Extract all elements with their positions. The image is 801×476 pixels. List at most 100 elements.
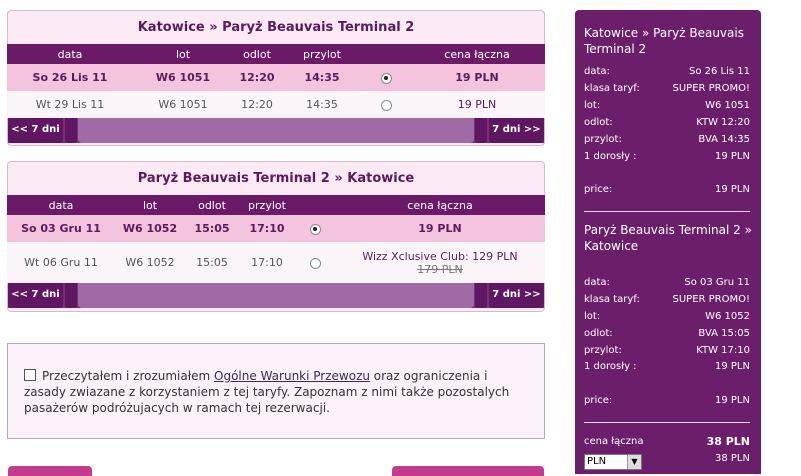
- row-radio-cell: [295, 215, 335, 242]
- row-arrival: 14:35: [281, 64, 363, 91]
- next-7-days-button[interactable]: 7 dni >>: [489, 118, 544, 143]
- table-row[interactable]: So 03 Gru 11 W6 1052 15:05 17:10 19 PLN: [7, 215, 545, 242]
- summary-value: 19 PLN: [715, 361, 750, 372]
- summary-value: BVA 14:35: [698, 134, 750, 145]
- nav-separator: [475, 118, 487, 143]
- outbound-date-navigation: << 7 dni 7 dni >>: [8, 118, 544, 143]
- table-row[interactable]: Wt 29 Lis 11 W6 1051 12:20 14:35 19 PLN: [7, 91, 545, 118]
- club-price: Wizz Xclusive Club: 129 PLN: [362, 249, 518, 263]
- col-odlot: odlot: [233, 44, 281, 64]
- date-scroll-bar[interactable]: [78, 118, 474, 143]
- summary-row: odlot: BVA 15:05: [584, 327, 750, 341]
- summary-row: klasa taryf: SUPER PROMO!: [584, 293, 750, 307]
- row-date: Wt 29 Lis 11: [7, 91, 133, 118]
- summary-value: W6 1051: [705, 100, 750, 111]
- summary-key: odlot:: [584, 117, 613, 128]
- outbound-flights-table: data lot odlot przylot cena łączna So 26…: [7, 44, 545, 118]
- row-date: Wt 06 Gru 11: [7, 242, 115, 283]
- flight-radio-selected[interactable]: [309, 223, 321, 235]
- terms-link[interactable]: Ogólne Warunki Przewozu: [214, 369, 370, 383]
- row-flight: W6 1052: [115, 215, 185, 242]
- flight-radio[interactable]: [380, 99, 392, 111]
- col-przylot: przylot: [281, 44, 363, 64]
- summary-key: data:: [584, 66, 610, 77]
- row-departure: 12:20: [233, 64, 281, 91]
- summary-value: So 03 Gru 11: [684, 277, 750, 288]
- row-radio-cell: [363, 91, 409, 118]
- row-radio-cell: [363, 64, 409, 91]
- table-row[interactable]: So 26 Lis 11 W6 1051 12:20 14:35 19 PLN: [7, 64, 545, 91]
- summary-value: SUPER PROMO!: [672, 83, 751, 94]
- back-button[interactable]: [8, 466, 92, 476]
- terms-checkbox[interactable]: [24, 368, 36, 381]
- date-scroll-bar[interactable]: [78, 283, 474, 308]
- summary-key: przylot:: [584, 134, 622, 145]
- col-data: data: [7, 44, 133, 64]
- next-7-days-button[interactable]: 7 dni >>: [489, 283, 544, 308]
- summary-row: klasa taryf: SUPER PROMO!: [584, 82, 750, 96]
- flight-radio-selected[interactable]: [380, 72, 392, 84]
- summary-row: odlot: KTW 12:20: [584, 116, 750, 130]
- summary-key: klasa taryf:: [584, 294, 640, 305]
- summary-key: przylot:: [584, 345, 622, 356]
- return-flights-panel: Paryż Beauvais Terminal 2 » Katowice dat…: [7, 161, 545, 312]
- row-departure: 12:20: [233, 91, 281, 118]
- summary-value: KTW 17:10: [696, 345, 750, 356]
- nav-separator: [475, 283, 487, 308]
- row-price: 19 PLN: [409, 91, 545, 118]
- prev-7-days-button[interactable]: << 7 dni: [8, 118, 63, 143]
- row-departure: 15:05: [185, 215, 239, 242]
- summary-value: SUPER PROMO!: [672, 294, 751, 305]
- summary-return-title: Paryż Beauvais Terminal 2 » Katowice: [584, 223, 752, 253]
- col-przylot: przylot: [239, 195, 295, 215]
- total-value: 38 PLN: [706, 435, 750, 448]
- col-lot: lot: [115, 195, 185, 215]
- terms-agreement-box: Przeczytałem i zrozumiałem Ogólne Warunk…: [7, 343, 545, 439]
- prev-7-days-button[interactable]: << 7 dni: [8, 283, 63, 308]
- row-departure: 15:05: [185, 242, 239, 283]
- row-flight: W6 1052: [115, 242, 185, 283]
- table-row[interactable]: Wt 06 Gru 11 W6 1052 15:05 17:10 Wizz Xc…: [7, 242, 545, 283]
- summary-key: 1 dorosły :: [584, 361, 637, 372]
- summary-row: data: So 26 Lis 11: [584, 65, 750, 79]
- currency-total-row: 38 PLN: [584, 452, 750, 466]
- summary-value: 19 PLN: [715, 151, 750, 162]
- row-date: So 26 Lis 11: [7, 64, 133, 91]
- old-price: 179 PLN: [417, 262, 463, 276]
- flight-radio[interactable]: [309, 257, 321, 269]
- summary-price-row: price: 19 PLN: [584, 394, 750, 408]
- summary-row: przylot: BVA 14:35: [584, 133, 750, 147]
- summary-value: So 26 Lis 11: [688, 66, 750, 77]
- row-price: 19 PLN: [409, 64, 545, 91]
- table-header: data lot odlot przylot cena łączna: [7, 195, 545, 215]
- return-date-navigation: << 7 dni 7 dni >>: [8, 283, 544, 308]
- summary-key: price:: [584, 184, 613, 195]
- summary-row: lot: W6 1051: [584, 99, 750, 113]
- summary-total-row: cena łączna 38 PLN: [584, 435, 750, 449]
- total-label: cena łączna: [584, 436, 644, 447]
- summary-key: 1 dorosły :: [584, 151, 637, 162]
- summary-row: data: So 03 Gru 11: [584, 276, 750, 290]
- summary-row: przylot: KTW 17:10: [584, 344, 750, 358]
- summary-divider: [584, 211, 750, 212]
- continue-button[interactable]: [392, 466, 544, 476]
- summary-row: 1 dorosły : 19 PLN: [584, 360, 750, 374]
- summary-value: KTW 12:20: [696, 117, 750, 128]
- summary-value: W6 1052: [705, 311, 750, 322]
- row-flight: W6 1051: [133, 91, 233, 118]
- col-select: [295, 195, 335, 215]
- summary-value: 19 PLN: [715, 395, 750, 406]
- booking-summary-sidebar: Katowice » Paryż Beauvais Terminal 2 dat…: [575, 10, 761, 474]
- col-price: cena łączna: [335, 195, 545, 215]
- summary-key: klasa taryf:: [584, 83, 640, 94]
- summary-row: 1 dorosły : 19 PLN: [584, 150, 750, 164]
- col-select: [363, 44, 409, 64]
- table-header: data lot odlot przylot cena łączna: [7, 44, 545, 64]
- return-route-title: Paryż Beauvais Terminal 2 » Katowice: [137, 171, 415, 186]
- summary-row: lot: W6 1052: [584, 310, 750, 324]
- row-price: 19 PLN: [335, 215, 545, 242]
- summary-outbound-title: Katowice » Paryż Beauvais Terminal 2: [584, 26, 744, 56]
- outbound-route-title: Katowice » Paryż Beauvais Terminal 2: [137, 20, 415, 35]
- terms-text-before: Przeczytałem i zrozumiałem: [42, 369, 215, 383]
- summary-price-row: price: 19 PLN: [584, 183, 750, 197]
